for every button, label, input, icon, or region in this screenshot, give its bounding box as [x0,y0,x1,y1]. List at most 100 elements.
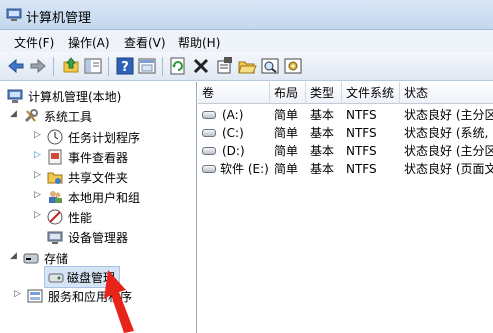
refresh-icon[interactable] [168,56,188,76]
column-header-filesystem[interactable]: 文件系统 [342,82,400,104]
tree-label: 本地用户和组 [68,191,141,205]
cell-type: 基本 [310,126,335,140]
up-folder-icon[interactable] [61,56,81,76]
show-hide-tree-icon[interactable] [83,56,103,76]
tree-label: 性能 [68,211,93,225]
cell-volume: 软件 (E:) [220,162,269,176]
column-header-type[interactable]: 类型 [306,82,342,104]
computer-management-icon [7,89,23,103]
toolbar-separator [108,57,109,76]
table-row[interactable]: (C:) 简单 基本 NTFS 状态良好 (系统, [198,124,493,142]
tree-label: 共享文件夹 [68,171,129,185]
cell-layout: 简单 [274,126,299,140]
expand-arrow-icon[interactable]: ▷ [34,130,41,140]
tree-item-performance[interactable]: ▷ 性能 [4,207,194,227]
volume-icon [202,111,216,119]
tree-label: 任务计划程序 [68,131,141,145]
collapse-arrow-icon[interactable]: ◢ [10,251,17,261]
back-arrow-icon[interactable] [6,56,26,76]
table-header: 卷 布局 类型 文件系统 状态 [198,82,493,104]
cell-filesystem: NTFS [346,126,377,140]
cell-filesystem: NTFS [346,144,377,158]
navigation-tree: 计算机管理(本地) ◢ 系统工具 ▷ 任务计划程序 ▷ 事件查看器 ▷ 共享文件… [0,82,197,333]
storage-icon [23,253,39,264]
cell-volume: (D:) [222,144,245,158]
expand-arrow-icon[interactable]: ▷ [14,289,21,299]
window-title: 计算机管理 [26,11,92,26]
settings-icon[interactable] [283,56,303,76]
cell-type: 基本 [310,144,335,158]
menu-action[interactable]: 操作(A) [68,34,110,51]
svg-text:?: ? [121,60,129,75]
console-icon[interactable] [137,56,157,76]
cell-status: 状态良好 (主分区 [404,144,493,158]
toolbar: ? [0,52,493,81]
computer-management-icon [6,8,22,21]
forward-arrow-icon[interactable] [28,56,48,76]
delete-icon[interactable] [191,56,211,76]
column-header-volume[interactable]: 卷 [198,82,270,104]
collapse-arrow-icon[interactable]: ◢ [10,109,17,119]
shared-folder-icon [47,172,63,184]
table-row[interactable]: (A:) 简单 基本 NTFS 状态良好 (主分区 [198,106,493,124]
menu-view[interactable]: 查看(V) [124,34,166,51]
menu-help[interactable]: 帮助(H) [178,34,220,51]
cell-filesystem: NTFS [346,162,377,176]
volume-icon [202,165,216,173]
tree-item-shared-folders[interactable]: ▷ 共享文件夹 [4,167,194,187]
event-log-icon [48,149,62,165]
cell-status: 状态良好 (主分区 [404,108,493,122]
tree-item-task-scheduler[interactable]: ▷ 任务计划程序 [4,127,194,147]
table-row[interactable]: (D:) 简单 基本 NTFS 状态良好 (主分区 [198,142,493,160]
tree-label: 存储 [44,252,69,266]
help-icon[interactable]: ? [115,56,135,76]
cell-filesystem: NTFS [346,108,377,122]
tree-label: 设备管理器 [68,231,129,245]
expand-arrow-icon[interactable]: ▷ [34,190,41,200]
device-manager-icon [47,231,63,244]
cell-volume: (A:) [222,108,244,122]
open-icon[interactable] [237,56,257,76]
expand-arrow-icon[interactable]: ▷ [34,170,41,180]
cell-type: 基本 [310,162,335,176]
tree-item-storage[interactable]: ◢ 存储 [4,248,194,268]
column-header-status[interactable]: 状态 [400,82,493,104]
tools-icon [24,109,38,123]
disk-icon [48,273,64,283]
services-icon [27,289,43,303]
menu-file[interactable]: 文件(F) [14,34,54,51]
expand-arrow-icon[interactable]: ▷ [34,210,41,220]
users-icon [49,191,62,203]
tree-item-services[interactable]: ▷ 服务和应用程序 [4,286,194,306]
tree-label: 事件查看器 [68,151,129,165]
table-row[interactable]: 软件 (E:) 简单 基本 NTFS 状态良好 (页面文 [198,160,493,178]
properties-icon[interactable] [214,56,234,76]
cell-layout: 简单 [274,162,299,176]
tree-item-system-tools[interactable]: ◢ 系统工具 [4,106,194,126]
cell-layout: 简单 [274,108,299,122]
tree-item-device-manager[interactable]: 设备管理器 [4,227,194,247]
volume-icon [202,147,216,155]
tree-label: 计算机管理(本地) [28,90,122,104]
tree-item-local-users[interactable]: ▷ 本地用户和组 [4,187,194,207]
tree-item-root[interactable]: 计算机管理(本地) [4,86,194,106]
tree-label: 系统工具 [44,110,93,124]
title-bar: 计算机管理 [0,0,493,30]
toolbar-separator [162,57,163,76]
cell-status: 状态良好 (系统, [404,126,489,140]
clock-icon [47,129,63,145]
annotation-arrow [104,270,134,333]
menu-bar: 文件(F) 操作(A) 查看(V) 帮助(H) [0,30,493,52]
performance-icon [47,209,63,225]
column-header-layout[interactable]: 布局 [270,82,306,104]
volume-icon [202,129,216,137]
cell-volume: (C:) [222,126,244,140]
toolbar-separator [53,57,54,76]
cell-layout: 简单 [274,144,299,158]
volume-list: 卷 布局 类型 文件系统 状态 (A:) 简单 基本 NTFS 状态良好 (主分… [198,82,493,333]
tree-item-event-viewer[interactable]: ▷ 事件查看器 [4,147,194,167]
cell-type: 基本 [310,108,335,122]
expand-arrow-icon[interactable]: ▷ [34,150,41,160]
find-icon[interactable] [260,56,280,76]
cell-status: 状态良好 (页面文 [404,162,493,176]
